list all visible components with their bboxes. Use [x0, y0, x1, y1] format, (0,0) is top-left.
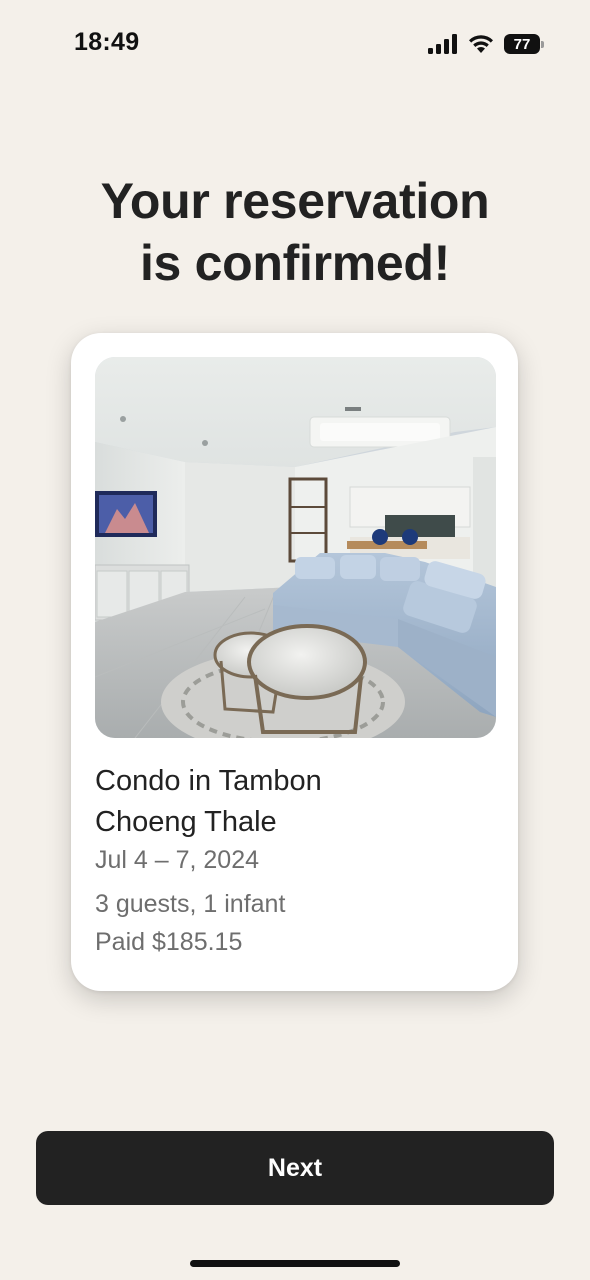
reservation-card[interactable]: Condo in Tambon Choeng Thale Jul 4 – 7, …	[71, 333, 518, 991]
home-indicator[interactable]	[190, 1260, 400, 1267]
status-bar: 18:49 77	[0, 0, 590, 90]
battery-icon: 77	[504, 33, 544, 55]
listing-guests: 3 guests, 1 infant	[95, 890, 286, 918]
headline-line-2: is confirmed!	[139, 235, 451, 291]
listing-photo	[95, 357, 496, 738]
listing-title: Condo in Tambon Choeng Thale	[95, 761, 495, 843]
listing-title-line-1: Condo in Tambon	[95, 765, 322, 797]
listing-dates: Jul 4 – 7, 2024	[95, 846, 260, 874]
status-time: 18:49	[74, 28, 140, 56]
confirmation-headline: Your reservation is confirmed!	[0, 170, 590, 294]
signal-icon	[428, 34, 457, 54]
battery-level: 77	[504, 34, 540, 54]
next-button[interactable]: Next	[36, 1131, 554, 1205]
listing-title-line-2: Choeng Thale	[95, 806, 277, 838]
listing-paid-amount: Paid $185.15	[95, 928, 243, 956]
status-icons: 77	[428, 31, 544, 57]
wifi-icon	[469, 35, 493, 53]
battery-cap	[541, 40, 544, 48]
headline-line-1: Your reservation	[100, 173, 490, 229]
